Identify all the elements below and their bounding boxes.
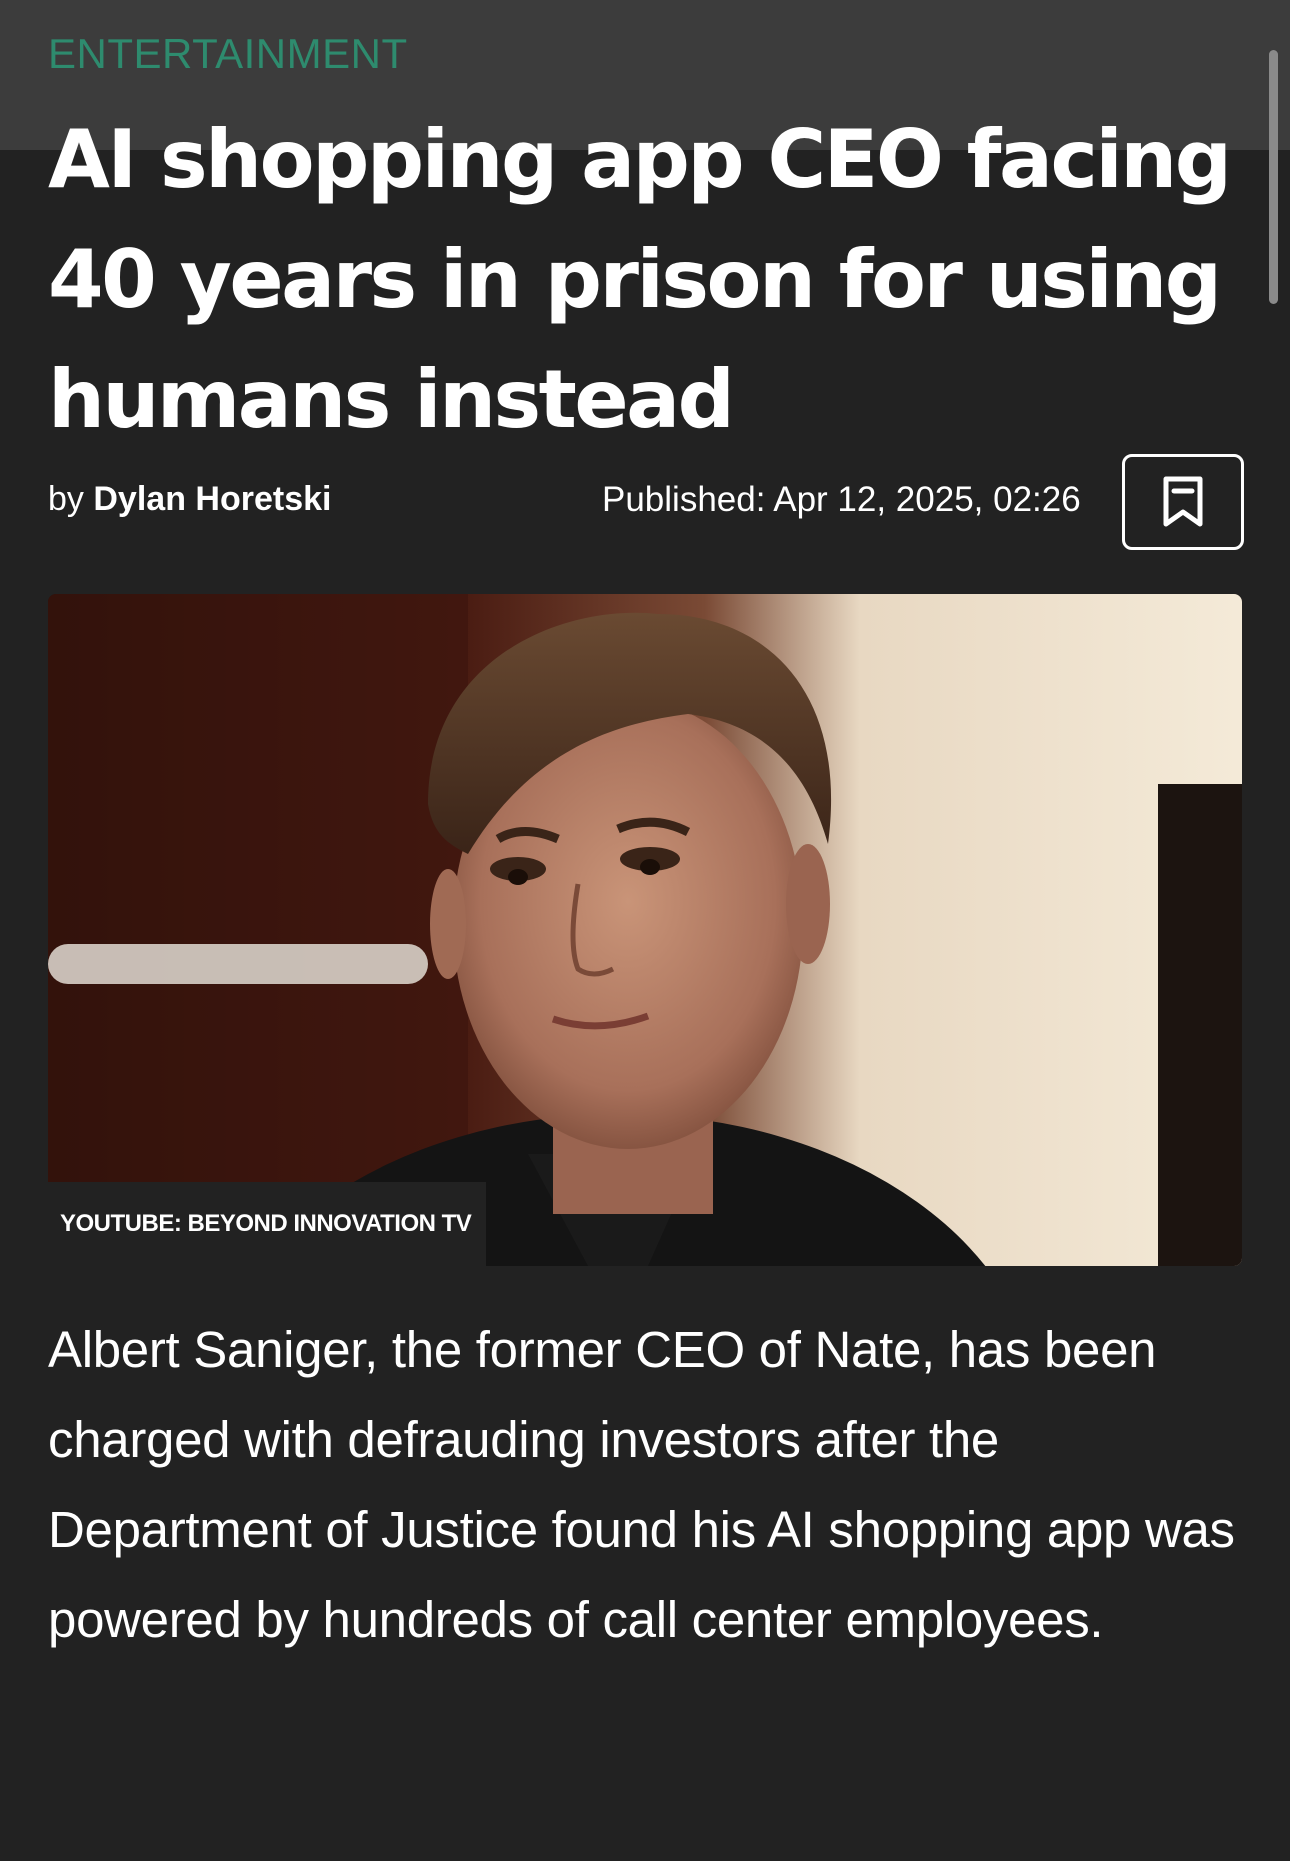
author-link[interactable]: Dylan Horetski bbox=[93, 480, 331, 518]
article-headline: AI shopping app CEO facing 40 years in p… bbox=[48, 113, 1232, 446]
bookmark-button[interactable] bbox=[1122, 454, 1244, 550]
category-label[interactable]: ENTERTAINMENT bbox=[48, 30, 408, 78]
byline: by Dylan Horetski bbox=[48, 480, 331, 519]
byline-prefix: by bbox=[48, 480, 84, 518]
photo-credit: YOUTUBE: BEYOND INNOVATION TV bbox=[48, 1182, 486, 1266]
scrollbar[interactable] bbox=[1269, 50, 1278, 304]
bookmark-icon bbox=[1163, 476, 1203, 527]
article-lede: Albert Saniger, the former CEO of Nate, … bbox=[48, 1321, 1235, 1648]
portrait-photo bbox=[48, 594, 1242, 1266]
article-image[interactable] bbox=[48, 594, 1242, 1266]
published-date: Published: Apr 12, 2025, 02:26 bbox=[602, 480, 1081, 519]
